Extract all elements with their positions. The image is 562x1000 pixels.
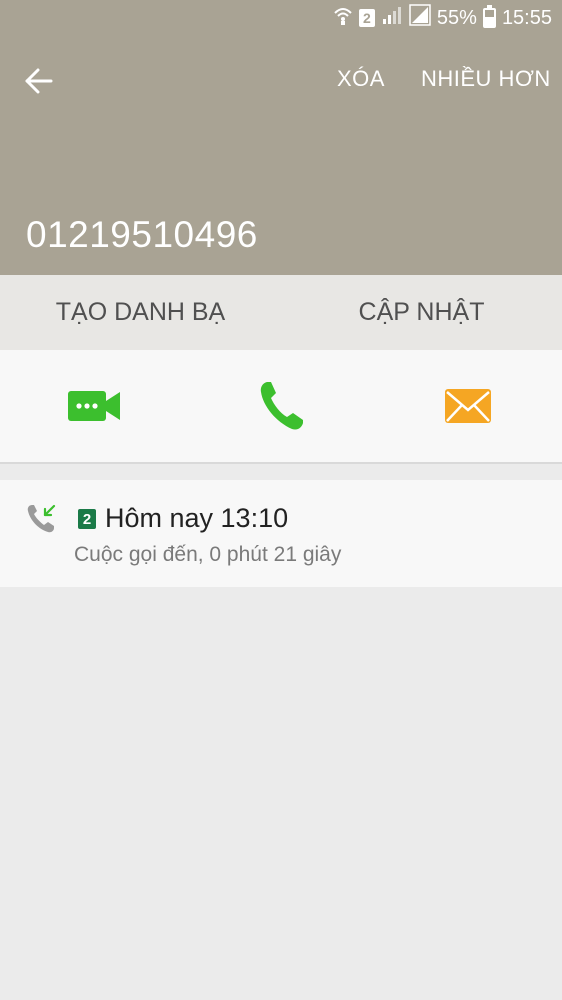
video-call-icon	[67, 391, 120, 421]
arrow-left-icon	[25, 68, 53, 94]
update-contact-button[interactable]: CẬP NHẬT	[281, 275, 562, 350]
battery-icon	[482, 5, 496, 28]
phone-icon	[260, 382, 303, 430]
delete-button[interactable]: XÓA	[337, 66, 385, 92]
status-bar: 2 55% 15:55	[0, 0, 562, 36]
phone-number: 01219510496	[26, 214, 258, 255]
create-contact-button[interactable]: TẠO DANH BẠ	[0, 275, 281, 350]
clock: 15:55	[501, 6, 552, 29]
signal-icon	[409, 4, 431, 32]
envelope-icon	[445, 389, 492, 423]
call-history-item[interactable]: 2 Hôm nay 13:10 Cuộc gọi đến, 0 phút 21 …	[0, 480, 562, 587]
sim-2-badge: 2	[78, 509, 96, 529]
wifi-calling-icon	[333, 5, 353, 31]
status-icons: 2 55% 15:55	[333, 4, 552, 32]
communication-row	[0, 350, 562, 464]
contact-actions-bar: TẠO DANH BẠ CẬP NHẬT	[0, 275, 562, 350]
sim-2-icon: 2	[358, 9, 375, 27]
message-button[interactable]	[375, 350, 562, 462]
call-log-detail-screen: 2 55% 15:55 XÓA NHIỀU HƠN 01219510496 TẠ…	[0, 0, 562, 1000]
call-time: Hôm nay 13:10	[105, 503, 289, 533]
call-detail: Cuộc gọi đến, 0 phút 21 giây	[74, 543, 342, 566]
battery-percent: 55%	[436, 6, 477, 29]
incoming-call-icon	[26, 502, 58, 534]
header: 2 55% 15:55 XÓA NHIỀU HƠN 01219510496	[0, 0, 562, 275]
video-call-button[interactable]	[0, 350, 187, 462]
voice-call-button[interactable]	[187, 350, 374, 462]
signal-icon	[381, 5, 403, 31]
more-button[interactable]: NHIỀU HƠN	[421, 66, 551, 92]
back-button[interactable]	[18, 60, 60, 102]
